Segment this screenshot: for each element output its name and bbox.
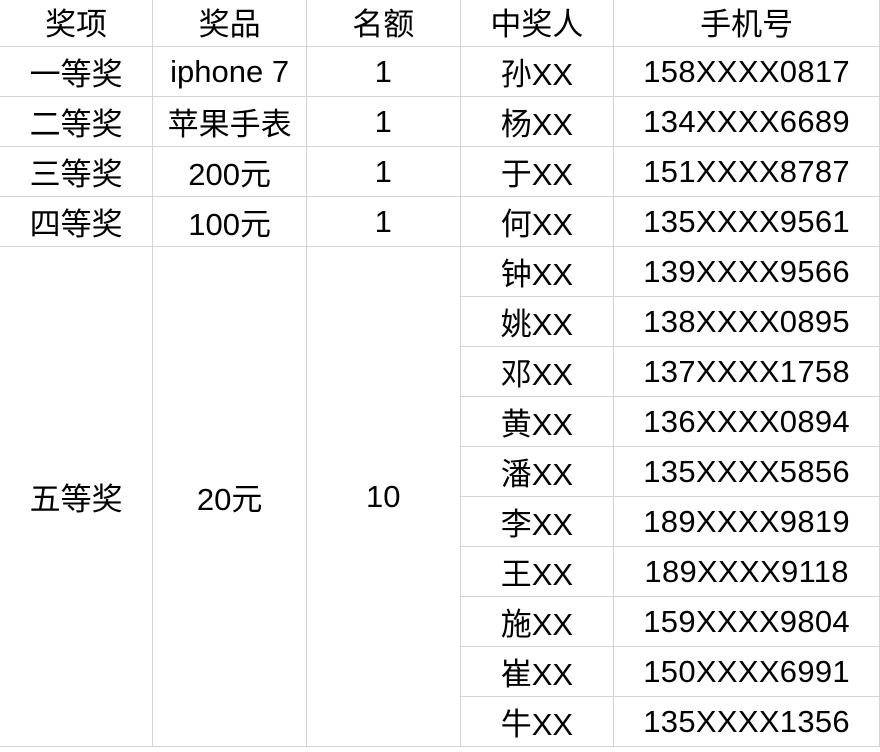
table-row: 四等奖 100元 1 何XX 135XXXX9561 [0,196,880,247]
prize-level-cell[interactable]: 五等奖 [0,246,154,747]
prize-level-cell[interactable]: 三等奖 [0,146,154,197]
winner-name-cell[interactable]: 牛XX [460,696,615,747]
header-prize-level[interactable]: 奖项 [0,0,154,47]
header-prize[interactable]: 奖品 [152,0,308,47]
table-row: 五等奖 20元 10 钟XX 139XXXX9566 [0,246,880,747]
winner-name-cell[interactable]: 施XX [460,596,615,647]
table-row: 一等奖 iphone 7 1 孙XX 158XXXX0817 [0,46,880,97]
winner-phone-cell[interactable]: 151XXXX8787 [613,146,880,197]
winner-phone-cell[interactable]: 189XXXX9118 [613,546,880,597]
winner-name-cell[interactable]: 李XX [460,496,615,547]
quota-cell[interactable]: 10 [306,246,461,747]
prize-winners-table: 奖项 奖品 名额 中奖人 手机号 一等奖 iphone 7 1 孙XX 158XXXX0… [0,0,880,747]
prize-level-cell[interactable]: 二等奖 [0,96,154,147]
winner-phone-cell[interactable]: 135XXXX5856 [613,446,880,497]
quota-cell[interactable]: 1 [306,46,461,97]
prize-level-cell[interactable]: 一等奖 [0,46,154,97]
winner-phone-cell[interactable]: 158XXXX0817 [613,46,880,97]
winner-name-cell[interactable]: 杨XX [459,96,615,147]
winner-name-cell[interactable]: 王XX [460,546,615,597]
winner-name-cell[interactable]: 黄XX [460,396,615,447]
winner-name-cell[interactable]: 崔XX [460,646,615,697]
winner-name-cell[interactable]: 孙XX [459,46,615,97]
table-body: 一等奖 iphone 7 1 孙XX 158XXXX0817 二等奖 苹果手表 1 杨XX 134… [0,46,880,747]
prize-cell[interactable]: 20元 [152,246,308,747]
quota-cell[interactable]: 1 [306,196,461,247]
header-phone[interactable]: 手机号 [613,0,880,47]
prize-cell[interactable]: iphone 7 [152,46,308,97]
winner-name-cell[interactable]: 何XX [459,196,615,247]
prize-cell[interactable]: 苹果手表 [152,96,308,147]
header-quota[interactable]: 名额 [306,0,461,47]
winner-phone-cell[interactable]: 137XXXX1758 [613,346,880,397]
table-row: 三等奖 200元 1 于XX 151XXXX8787 [0,146,880,197]
winner-name-cell[interactable]: 于XX [459,146,615,197]
header-winner[interactable]: 中奖人 [459,0,615,47]
winner-name-cell[interactable]: 邓XX [460,346,615,397]
header-row: 奖项 奖品 名额 中奖人 手机号 [0,0,880,47]
winner-phone-cell[interactable]: 135XXXX1356 [613,696,880,747]
prize-level-cell[interactable]: 四等奖 [0,196,154,247]
prize-cell[interactable]: 200元 [152,146,308,197]
winner-phone-cell[interactable]: 150XXXX6991 [613,646,880,697]
quota-cell[interactable]: 1 [306,146,461,197]
winner-phone-cell[interactable]: 139XXXX9566 [613,246,880,297]
quota-cell[interactable]: 1 [306,96,461,147]
winner-name-cell[interactable]: 姚XX [460,296,615,347]
winner-phone-cell[interactable]: 136XXXX0894 [613,396,880,447]
prize-cell[interactable]: 100元 [152,196,308,247]
winner-phone-cell[interactable]: 134XXXX6689 [613,96,880,147]
winner-phone-cell[interactable]: 159XXXX9804 [613,596,880,647]
winner-phone-cell[interactable]: 189XXXX9819 [613,496,880,547]
winner-phone-cell[interactable]: 135XXXX9561 [613,196,880,247]
table-row: 二等奖 苹果手表 1 杨XX 134XXXX6689 [0,96,880,147]
winner-name-cell[interactable]: 潘XX [460,446,615,497]
winner-phone-cell[interactable]: 138XXXX0895 [613,296,880,347]
winner-name-cell[interactable]: 钟XX [459,246,615,297]
